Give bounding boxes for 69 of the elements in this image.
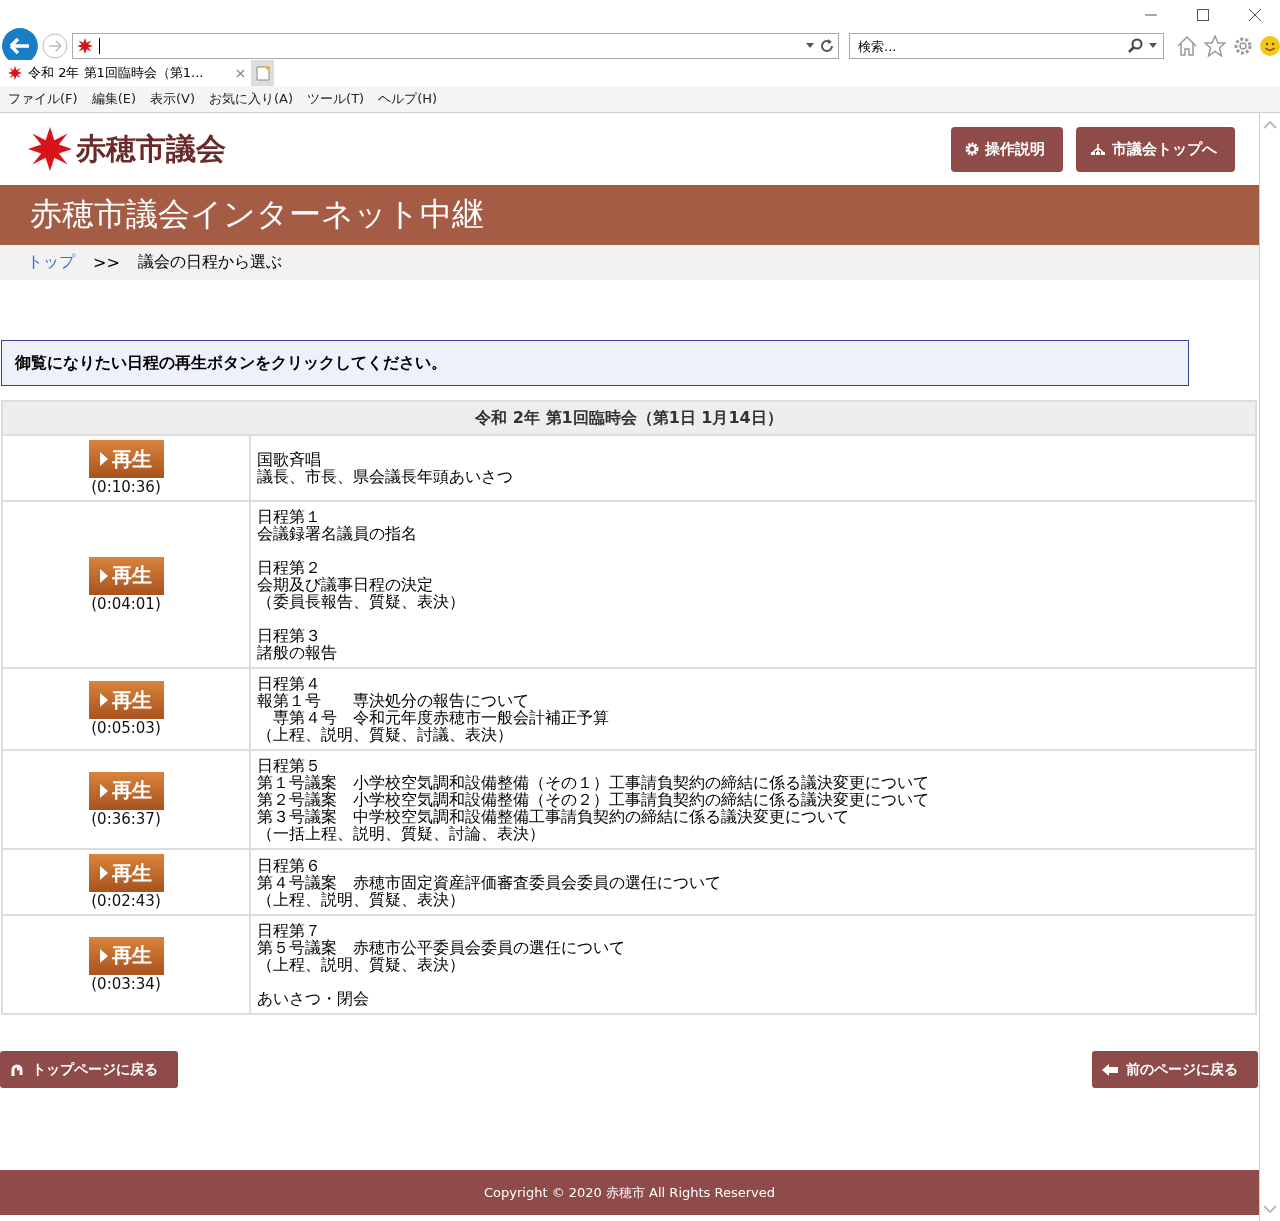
play-button[interactable]: 再生 [88,440,164,478]
play-button[interactable]: 再生 [88,771,164,810]
play-button[interactable]: 再生 [88,681,164,719]
close-tab-icon[interactable] [236,68,245,78]
duration-text: (0:03:34) [90,974,162,993]
home-icon[interactable] [1176,35,1198,57]
play-button[interactable]: 再生 [88,936,164,975]
instruction-text: 御覧になりたい日程の再生ボタンをクリックしてください。 [15,352,447,374]
agenda-text: 日程第２ 会期及び議事日程の決定 （委員長報告、質疑、表決） [257,559,466,610]
duration-text: (0:36:37) [90,809,162,828]
settings-icon[interactable] [1232,35,1254,57]
sitemap-icon [1090,143,1106,155]
agenda-text: 日程第４ 報第１号 専決処分の報告について 専第４号 令和元年度赤穂市一般会計補正予算 （上程、説明、質疑、討議、表決） [257,675,610,743]
copyright-text: Copyright © 2020 赤穂市 All Rights Reserved [484,1183,775,1202]
play-icon [100,452,108,466]
dropdown-icon[interactable] [1149,43,1157,49]
play-icon [100,693,108,707]
star-logo-icon [28,127,72,171]
play-button[interactable]: 再生 [88,556,164,595]
new-tab-button[interactable] [252,60,274,86]
agenda-text: 日程第５ 第１号議案 小学校空気調和設備整備（その１）工事請負契約の締結に係る議決変更について 第２号議案 小学校空気調和設備整備（その２）工事請負契約の締結に係る議決変更について 第３号議案 中学校空気調和設備整備工事請負契約の締結に係る議決変更について （一括上程、説明、質疑、討論、表決） [257,757,930,842]
star-logo-icon [8,66,22,80]
agenda-text: 国歌斉唱 議長、市長、県会議長年頭あいさつ [257,451,514,485]
duration-text: (0:02:43) [90,892,162,910]
star-icon[interactable] [1204,35,1226,57]
refresh-icon[interactable] [820,39,835,53]
agenda-text: 日程第７ 第５号議案 赤穂市公平委員会委員の選任について （上程、説明、質疑、表決） [257,922,626,973]
maximize-icon[interactable] [1196,8,1210,22]
play-icon [100,783,108,798]
menu-item[interactable]: ファイル(F) [8,90,78,108]
curved-arrow-icon [10,1062,24,1077]
play-icon [100,866,108,880]
search-icon[interactable] [1127,38,1143,54]
menu-item[interactable]: ヘルプ(H) [378,90,438,108]
dropdown-icon[interactable] [806,43,815,49]
search-box[interactable]: 検索... [849,33,1164,59]
agenda-text: あいさつ・閉会 [257,990,370,1007]
agenda-text: 日程第３ 諸般の報告 [257,627,338,661]
scroll-down-icon[interactable] [1263,1205,1277,1213]
breadcrumb-link[interactable]: トップ [27,252,75,273]
breadcrumb-current: 議会の日程から選ぶ [137,252,282,273]
nav-button[interactable]: 前のページに戻る [1092,1051,1258,1088]
breadcrumb-separator: >> [93,253,120,272]
menu-item[interactable]: ツール(T) [307,90,365,108]
nav-button[interactable]: トップページに戻る [0,1051,178,1088]
menu-item[interactable]: 編集(E) [91,90,136,108]
scroll-up-icon[interactable] [1263,121,1277,129]
new-page-icon [256,65,270,81]
header-button[interactable]: 市議会トップへ [1076,126,1235,172]
duration-text: (0:04:01) [90,594,162,613]
play-icon [100,568,108,583]
session-title: 令和 2年 第1回臨時会（第1日 1月14日） [2,401,1256,435]
agenda-text: 日程第６ 第４号議案 赤穂市固定資産評価審査委員会委員の選任について （上程、説明、質疑、表決） [257,856,722,908]
forward-icon[interactable] [41,33,68,59]
smiley-icon[interactable] [1260,36,1280,56]
menu-item[interactable]: 表示(V) [150,90,196,108]
page-title: 赤穂市議会インターネット中継 [30,194,484,235]
left-arrow-icon [1102,1063,1118,1076]
site-logo[interactable]: 赤穂市議会 [76,128,226,170]
header-button[interactable]: 操作説明 [951,126,1063,172]
star-logo-icon [76,38,93,54]
play-icon [100,948,108,963]
close-icon[interactable] [1248,8,1262,22]
duration-text: (0:10:36) [90,478,162,496]
agenda-text: 日程第１ 会議録署名議員の指名 [257,508,418,542]
settings-icon [965,142,979,156]
duration-text: (0:05:03) [90,719,162,737]
play-button[interactable]: 再生 [88,854,164,892]
menu-item[interactable]: お気に入り(A) [209,90,294,108]
